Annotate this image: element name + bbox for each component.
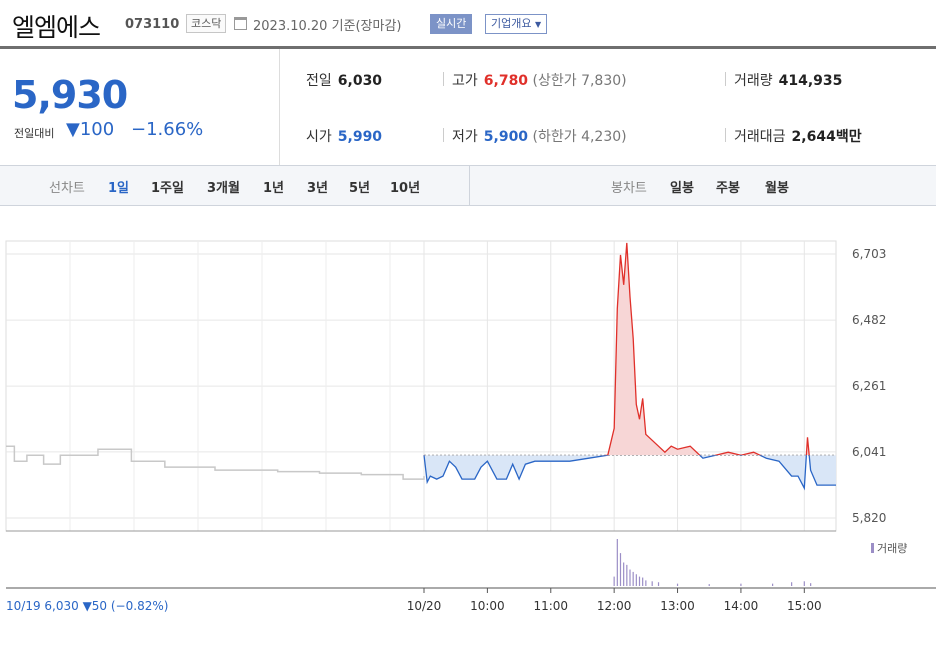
down-arrow-icon: ▼ [66, 119, 80, 140]
high-label: 고가 [452, 73, 478, 89]
diff-value: ▼100 [66, 119, 114, 140]
volume-legend-swatch [871, 543, 874, 553]
volume-value: 414,935 [778, 73, 843, 89]
chart-period-tabs: 선차트 1일 1주일 3개월 1년 3년 5년 10년 봉차트 일봉 주봉 월봉 [0, 165, 936, 206]
high-value: 6,780 [483, 73, 529, 89]
stat-open: 시가 5,990 [306, 126, 382, 146]
tab-1day[interactable]: 1일 [108, 177, 129, 196]
amount-value: 2,644 [791, 129, 836, 145]
tab-3year[interactable]: 3년 [307, 177, 328, 196]
intraday-chart-svg: 6,703 6,482 6,261 6,041 5,820 거래량 10/20 10:00 11… [5, 240, 936, 613]
overview-label: 기업개요 [491, 17, 532, 30]
diff-percent: −1.66% [131, 119, 204, 140]
y-tick-label: 6,703 [852, 247, 886, 261]
tab-3month[interactable]: 3개월 [207, 177, 240, 196]
up-area [424, 242, 836, 456]
x-tick-label: 12:00 [597, 599, 632, 613]
amount-unit: 백만 [835, 129, 862, 145]
divider [725, 128, 726, 142]
stat-volume: 거래량 414,935 [734, 70, 842, 90]
x-tick-label: 10:00 [470, 599, 505, 613]
stock-code: 073110 [125, 17, 180, 32]
title-bar: 엘엠에스 073110 코스닥 2023.10.20 기준(장마감) 실시간 기… [0, 0, 936, 46]
tab-5year[interactable]: 5년 [349, 177, 370, 196]
prev-label: 전일 [306, 73, 332, 89]
tab-weekly[interactable]: 주봉 [716, 177, 740, 196]
divider [725, 72, 726, 86]
diff-amount: 100 [79, 119, 115, 140]
current-price: 5,930 [12, 73, 128, 117]
low-value: 5,900 [483, 129, 529, 145]
stat-high: 고가 6,780 (상한가 7,830) [452, 70, 627, 90]
y-tick-label: 5,820 [852, 511, 886, 525]
x-tick-label: 10/20 [407, 599, 442, 613]
x-tick-label: 11:00 [533, 599, 568, 613]
tab-1year[interactable]: 1년 [263, 177, 284, 196]
stat-amount: 거래대금 2,644백만 [734, 126, 862, 146]
tab-monthly[interactable]: 월봉 [765, 177, 789, 196]
tab-10year[interactable]: 10년 [390, 177, 420, 196]
y-tick-label: 6,041 [852, 445, 886, 459]
price-summary: 5,930 전일대비 ▼100 −1.66% [0, 49, 280, 165]
upper-limit: (상한가 7,830) [532, 73, 627, 89]
base-date: 2023.10.20 기준(장마감) [253, 19, 402, 34]
realtime-button[interactable]: 실시간 [430, 14, 473, 34]
open-value: 5,990 [337, 129, 383, 145]
candle-chart-label[interactable]: 봉차트 [611, 177, 647, 196]
open-label: 시가 [306, 129, 332, 145]
tab-daily[interactable]: 일봉 [670, 177, 694, 196]
divider [443, 128, 444, 142]
prev-value: 6,030 [337, 73, 383, 89]
y-tick-label: 6,482 [852, 313, 886, 327]
x-tick-label: 15:00 [787, 599, 822, 613]
low-label: 저가 [452, 129, 478, 145]
stat-low: 저가 5,900 (하한가 4,230) [452, 126, 627, 146]
x-tick-label: 14:00 [724, 599, 759, 613]
market-badge: 코스닥 [186, 14, 227, 33]
calendar-icon [234, 17, 247, 30]
price-chart: 6,703 6,482 6,261 6,041 5,820 거래량 10/20 10:00 11… [0, 206, 936, 643]
divider [469, 166, 470, 205]
amount-label: 거래대금 [734, 129, 786, 145]
tab-1week[interactable]: 1주일 [151, 177, 184, 196]
prev-day-note: 10/19 6,030 ▼50 (−0.82%) [6, 599, 168, 613]
diff-label: 전일대비 [14, 127, 55, 140]
volume-legend: 거래량 [877, 542, 907, 555]
company-name: 엘엠에스 [12, 13, 101, 42]
volume-label: 거래량 [734, 73, 773, 89]
company-overview-dropdown[interactable]: 기업개요 ▼ [485, 14, 548, 34]
lower-limit: (하한가 4,230) [532, 129, 627, 145]
line-chart-label[interactable]: 선차트 [49, 177, 85, 196]
divider [443, 72, 444, 86]
chevron-down-icon: ▼ [534, 20, 542, 29]
stat-prev: 전일 6,030 [306, 70, 382, 90]
y-tick-label: 6,261 [852, 379, 886, 393]
x-tick-label: 13:00 [660, 599, 695, 613]
prev-day-line [6, 445, 425, 480]
